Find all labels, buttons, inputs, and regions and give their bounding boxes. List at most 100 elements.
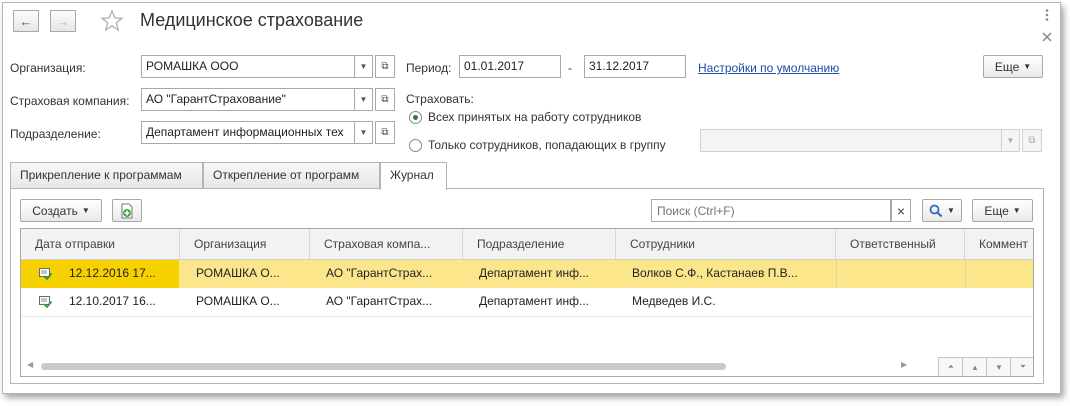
favorite-button[interactable]: [100, 9, 126, 33]
insure-all-label[interactable]: Всех принятых на работу сотрудников: [428, 110, 641, 124]
organization-open-button[interactable]: ⧉: [375, 55, 395, 78]
cell-insurer: АО "ГарантСтрах...: [326, 266, 433, 280]
cell-organization: РОМАШКА О...: [196, 294, 280, 308]
column-header-comment[interactable]: Коммент: [965, 229, 1033, 259]
cell-date: 12.10.2017 16...: [69, 294, 156, 308]
scroll-right-icon[interactable]: ▶: [901, 360, 907, 369]
move-last-button[interactable]: ⏷: [1010, 357, 1033, 376]
clear-search-button[interactable]: ×: [891, 199, 911, 222]
cell-department: Департамент инф...: [479, 266, 590, 280]
star-icon: [100, 9, 124, 32]
default-settings-link[interactable]: Настройки по умолчанию: [698, 61, 839, 75]
department-label: Подразделение:: [10, 127, 101, 141]
organization-input[interactable]: РОМАШКА ООО: [141, 55, 355, 78]
insure-label: Страховать:: [406, 92, 474, 106]
back-button[interactable]: ←: [13, 10, 39, 32]
open-window-icon: ⧉: [381, 61, 389, 72]
list-more-label: Еще: [984, 203, 1009, 218]
create-button[interactable]: Создать ▼: [20, 199, 102, 222]
insure-all-radio[interactable]: [409, 111, 422, 124]
posted-document-icon: [39, 268, 52, 280]
chevron-down-icon: ▼: [1006, 136, 1015, 145]
arrow-left-icon: ←: [19, 13, 33, 29]
create-button-label: Создать: [32, 203, 78, 218]
cell-comment: [965, 288, 1033, 316]
arrow-right-icon: →: [56, 13, 70, 29]
close-icon: [1042, 32, 1052, 42]
move-up-icon: ▲: [971, 362, 979, 372]
department-dropdown-button[interactable]: ▼: [355, 121, 373, 144]
cell-organization: РОМАШКА О...: [196, 266, 280, 280]
header-more-button[interactable]: Еще ▼: [983, 55, 1043, 78]
insurer-dropdown-button[interactable]: ▼: [355, 88, 373, 111]
journal-table[interactable]: Дата отправки Организация Страховая комп…: [20, 228, 1034, 377]
search-field[interactable]: [651, 199, 891, 222]
caret-down-icon: ▼: [1023, 62, 1032, 71]
horizontal-scrollbar[interactable]: ◀ ▶ ⏶ ▲ ▼ ⏷: [21, 357, 1033, 376]
period-to-input[interactable]: 31.12.2017: [584, 55, 686, 78]
forward-button[interactable]: →: [50, 10, 76, 32]
organization-label: Организация:: [10, 61, 86, 75]
move-down-button[interactable]: ▼: [986, 357, 1012, 376]
column-header-date[interactable]: Дата отправки: [21, 229, 180, 259]
cell-employees: Медведев И.С.: [632, 294, 716, 308]
insurer-open-button[interactable]: ⧉: [375, 88, 395, 111]
column-header-department[interactable]: Подразделение: [463, 229, 616, 259]
search-icon: [929, 204, 943, 217]
scrollbar-thumb[interactable]: [41, 363, 726, 370]
open-window-icon: ⧉: [1028, 135, 1036, 146]
insurer-input[interactable]: АО "ГарантСтрахование": [141, 88, 355, 111]
scroll-left-icon[interactable]: ◀: [27, 360, 33, 369]
open-window-icon: ⧉: [381, 127, 389, 138]
period-from-input[interactable]: 01.01.2017: [459, 55, 561, 78]
header-more-label: Еще: [994, 59, 1020, 74]
column-header-employees[interactable]: Сотрудники: [616, 229, 836, 259]
tab-journal[interactable]: Журнал: [380, 162, 447, 190]
tab-detach-programs[interactable]: Открепление от программ: [203, 162, 380, 188]
list-more-button[interactable]: Еще ▼: [972, 199, 1033, 222]
close-button[interactable]: [1040, 30, 1054, 44]
table-header: Дата отправки Организация Страховая комп…: [21, 229, 1033, 260]
chevron-down-icon: ▼: [359, 95, 368, 104]
posted-document-icon: [39, 296, 52, 308]
more-vertical-icon: [1045, 9, 1049, 21]
caret-down-icon: ▼: [1012, 206, 1021, 215]
cell-date: 12.12.2016 17...: [69, 266, 156, 280]
period-dash: -: [568, 61, 572, 75]
chevron-down-icon: ▼: [359, 128, 368, 137]
column-header-organization[interactable]: Организация: [180, 229, 310, 259]
cell-comment: [965, 260, 1033, 288]
group-input[interactable]: [700, 129, 1002, 152]
caret-down-icon: ▼: [81, 206, 90, 215]
window-menu-button[interactable]: [1040, 8, 1054, 22]
chevron-down-icon: ▼: [359, 62, 368, 71]
move-first-button[interactable]: ⏶: [938, 357, 964, 376]
cell-responsible: [836, 288, 965, 316]
move-last-icon: ⏷: [1019, 362, 1027, 371]
insurer-label: Страховая компания:: [10, 94, 130, 108]
move-first-icon: ⏶: [947, 362, 955, 371]
move-down-icon: ▼: [995, 362, 1003, 372]
page-title: Медицинское страхование: [140, 10, 364, 30]
move-up-button[interactable]: ▲: [962, 357, 988, 376]
group-open-button[interactable]: ⧉: [1022, 129, 1042, 152]
insure-group-label[interactable]: Только сотрудников, попадающих в группу: [428, 138, 666, 152]
column-header-responsible[interactable]: Ответственный: [836, 229, 965, 259]
column-header-insurer[interactable]: Страховая компа...: [310, 229, 463, 259]
clear-icon: ×: [896, 202, 906, 219]
cell-department: Департамент инф...: [479, 294, 590, 308]
cell-insurer: АО "ГарантСтрах...: [326, 294, 433, 308]
department-input[interactable]: Департамент информационных тех: [141, 121, 355, 144]
organization-dropdown-button[interactable]: ▼: [355, 55, 373, 78]
table-row[interactable]: 12.10.2017 16... РОМАШКА О... АО "Гарант…: [21, 288, 1033, 317]
department-open-button[interactable]: ⧉: [375, 121, 395, 144]
insure-group-radio[interactable]: [409, 139, 422, 152]
search-input[interactable]: [652, 200, 890, 221]
period-label: Период:: [406, 61, 452, 75]
cell-employees: Волков С.Ф., Кастанаев П.В...: [632, 266, 798, 280]
add-document-button[interactable]: [112, 199, 142, 222]
tab-attach-programs[interactable]: Прикрепление к программам: [10, 162, 203, 188]
search-options-button[interactable]: ▼: [922, 199, 962, 222]
table-row[interactable]: 12.12.2016 17... РОМАШКА О... АО "Гарант…: [21, 260, 1033, 288]
group-dropdown-button[interactable]: ▼: [1002, 129, 1020, 152]
